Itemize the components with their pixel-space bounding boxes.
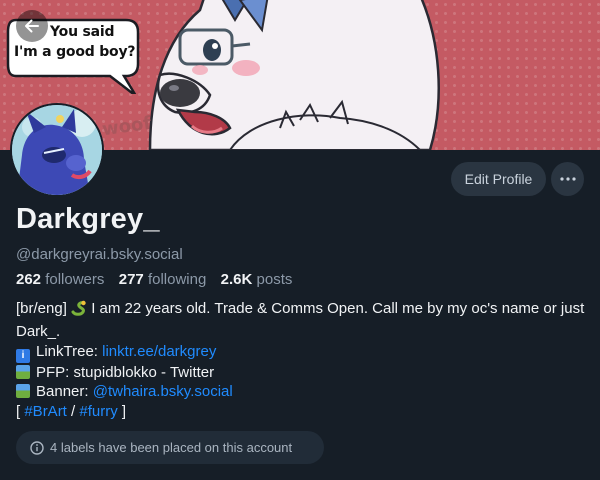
tags-close-bracket: ] xyxy=(117,403,127,421)
followers-link[interactable]: 262 followers xyxy=(16,271,109,288)
more-options-button[interactable] xyxy=(551,162,584,196)
pfp-credit-text: PFP: stupidblokko - Twitter xyxy=(36,363,215,381)
followers-count: 262 xyxy=(16,271,42,288)
back-button[interactable] xyxy=(16,10,48,42)
bio-line-tags: [ #BrArt / #furry ] xyxy=(16,402,588,422)
bio-line-linktree: i LinkTree: linktr.ee/darkgrey xyxy=(16,342,588,363)
profile-bio: [br/eng] I am 22 years old. Trade & Comm… xyxy=(16,299,588,422)
arrow-left-icon xyxy=(23,17,41,35)
posts-label: posts xyxy=(256,271,293,288)
banner-credit-label: Banner: xyxy=(36,383,93,401)
picture-emoji-icon xyxy=(16,364,30,379)
bio-intro-text: I am 22 years old. Trade & Comms Open. C… xyxy=(16,300,585,340)
speech-line-2: I'm a good boy? xyxy=(14,44,136,60)
posts-count: 2.6K xyxy=(220,271,253,288)
info-circle-icon xyxy=(30,440,44,455)
bio-line-banner: Banner: @twhaira.bsky.social xyxy=(16,382,588,402)
info-emoji-icon: i xyxy=(16,348,30,363)
banner-artist-link[interactable]: @twhaira.bsky.social xyxy=(93,383,233,400)
following-count: 277 xyxy=(118,271,144,288)
followers-label: followers xyxy=(45,271,105,288)
linktree-link[interactable]: linktr.ee/darkgrey xyxy=(102,343,216,360)
hashtag-brart-link[interactable]: #BrArt xyxy=(24,403,67,420)
hashtag-furry-link[interactable]: #furry xyxy=(79,403,117,420)
linktree-label: LinkTree: xyxy=(36,342,103,360)
ellipsis-icon xyxy=(559,177,576,181)
bio-line-intro: [br/eng] I am 22 years old. Trade & Comm… xyxy=(16,299,588,342)
handle: @darkgreyrai.bsky.social xyxy=(16,246,183,263)
profile-stats: 262 followers 277 following 2.6K posts xyxy=(16,271,292,288)
posts-stat: 2.6K posts xyxy=(221,271,293,288)
avatar[interactable] xyxy=(10,103,104,197)
following-label: following xyxy=(147,271,207,288)
display-name: Darkgrey_ xyxy=(16,203,160,235)
snake-emoji-icon xyxy=(71,300,87,322)
bio-line-pfp: PFP: stupidblokko - Twitter xyxy=(16,363,588,383)
following-link[interactable]: 277 following xyxy=(119,271,211,288)
bio-language-tag: [br/eng] xyxy=(16,300,72,317)
labels-notice-button[interactable]: 4 labels have been placed on this accoun… xyxy=(16,431,324,464)
picture-emoji-icon xyxy=(16,384,30,399)
edit-profile-button[interactable]: Edit Profile xyxy=(451,162,546,196)
labels-notice-text: 4 labels have been placed on this accoun… xyxy=(50,440,293,455)
tags-separator: / xyxy=(66,403,80,421)
avatar-artwork xyxy=(12,105,102,195)
